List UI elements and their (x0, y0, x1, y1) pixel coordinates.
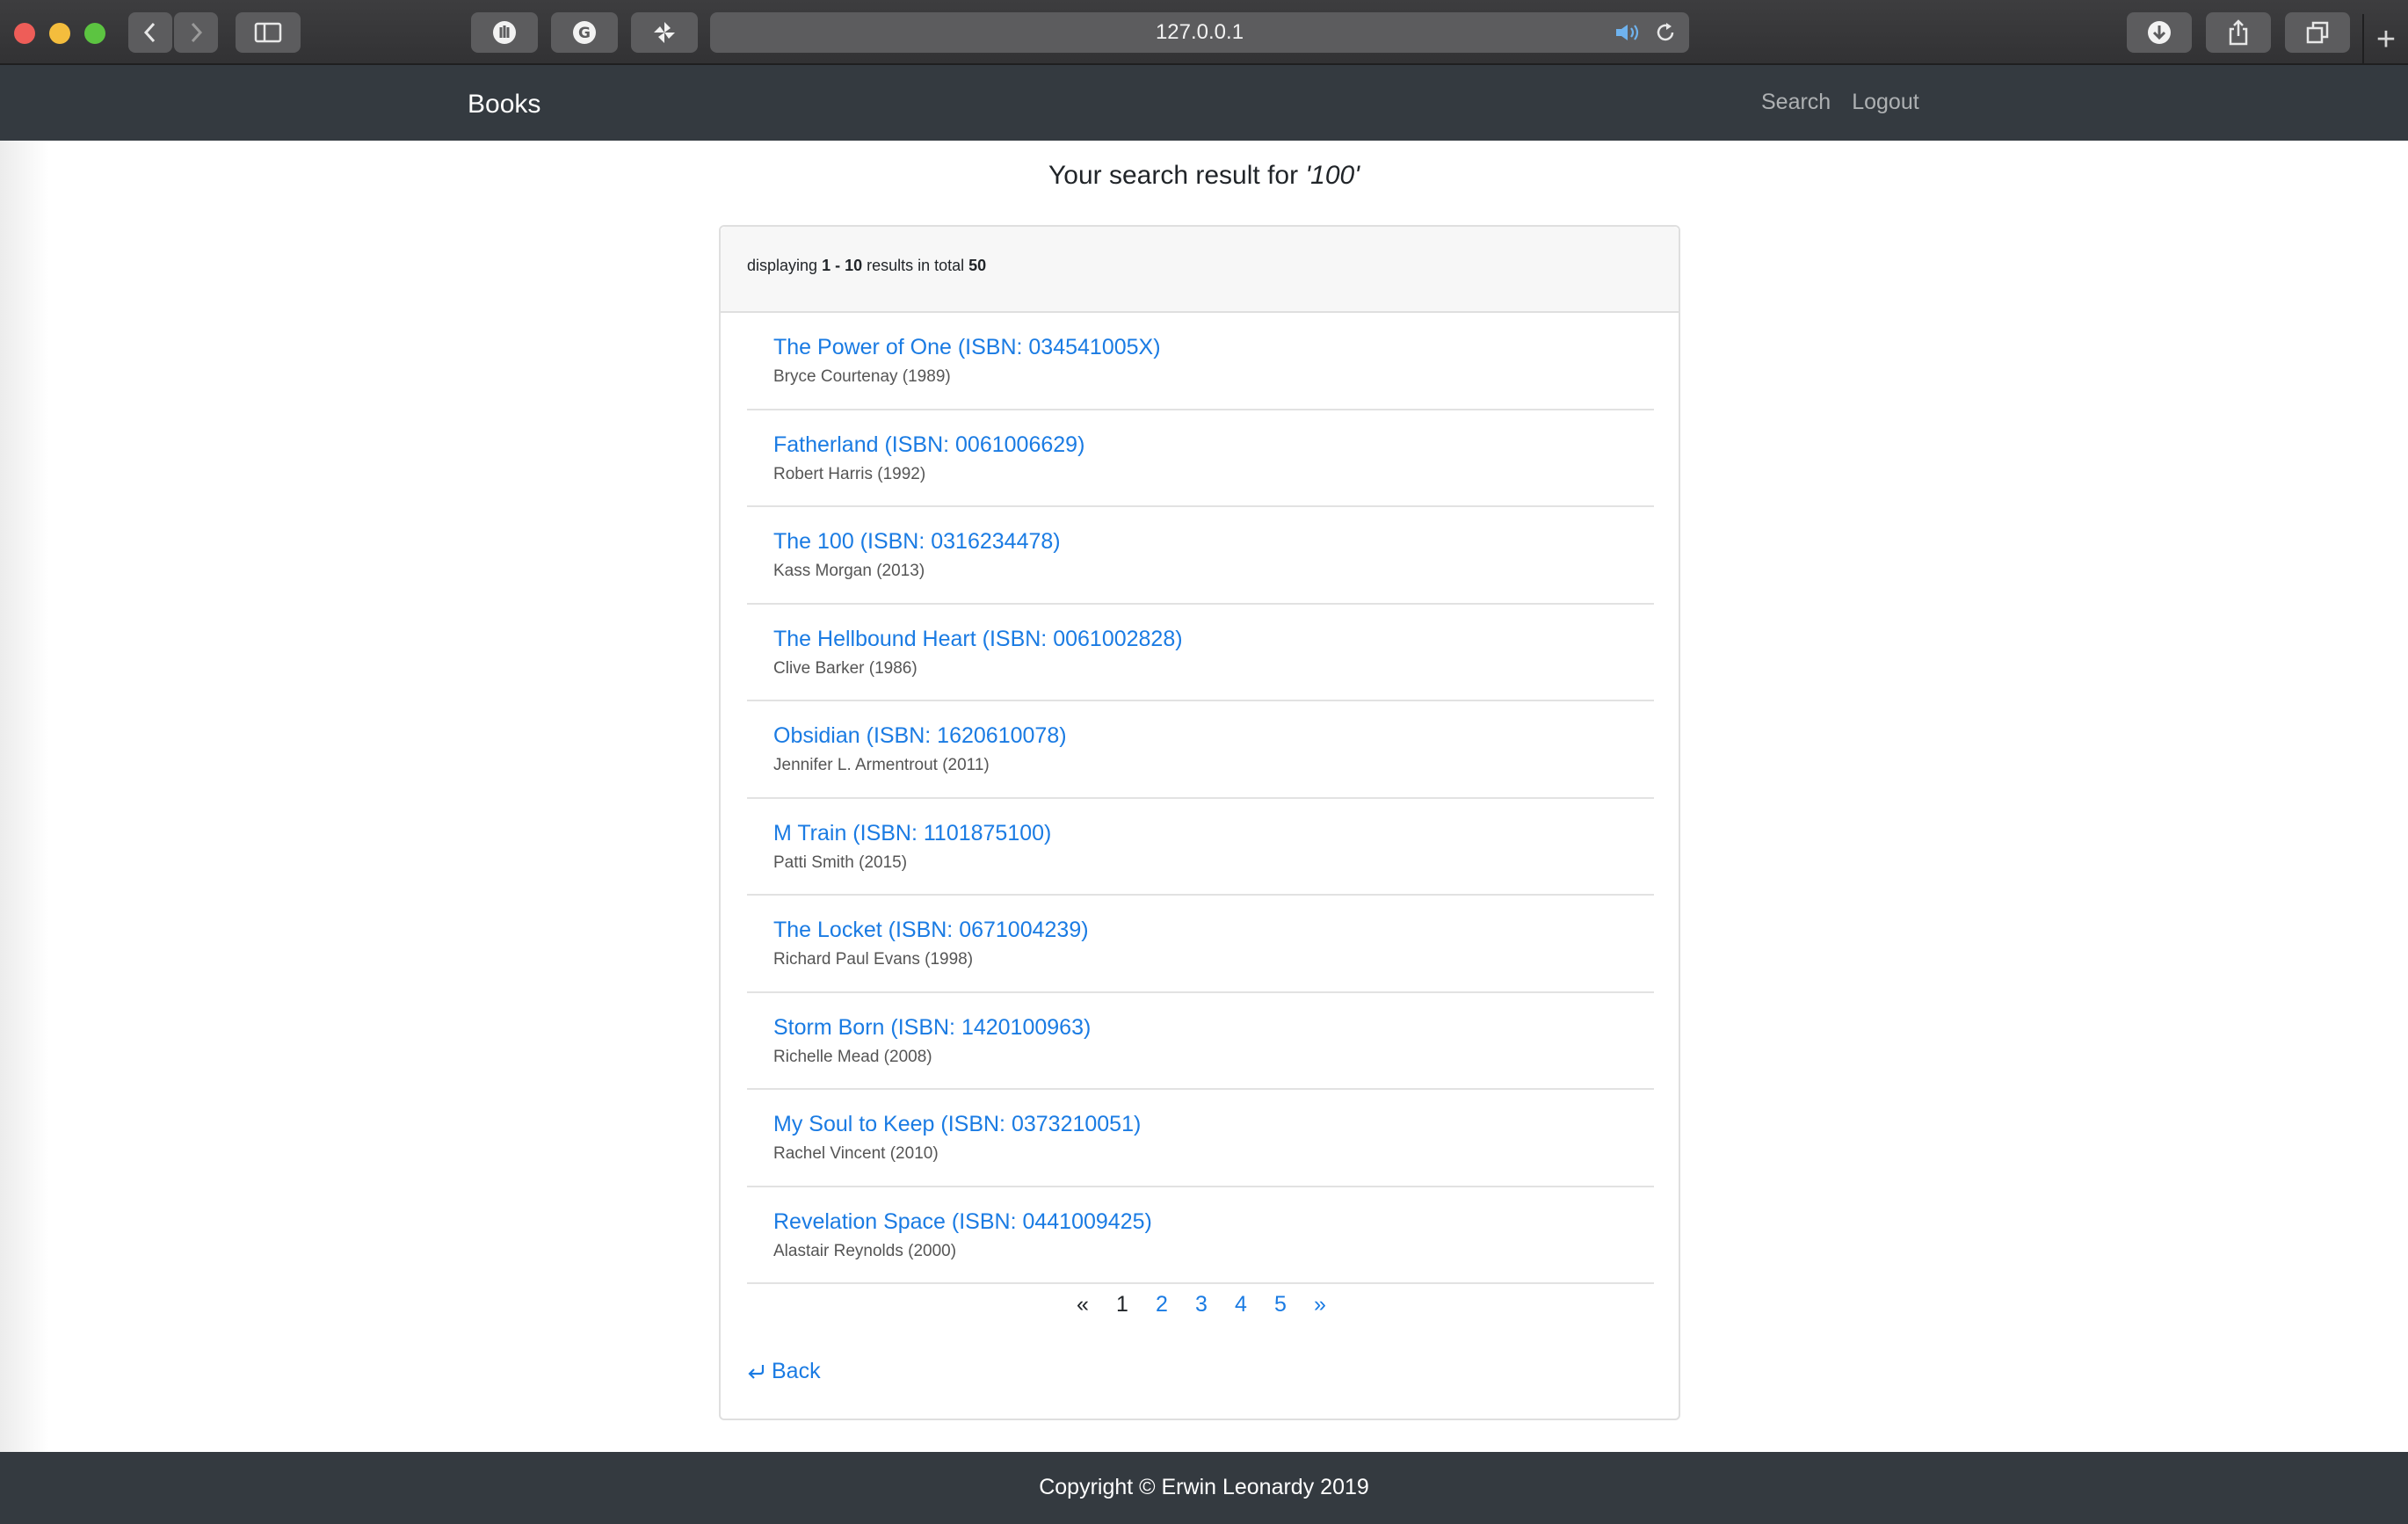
book-author-year: Alastair Reynolds (2000) (773, 1241, 957, 1260)
share-button[interactable] (2206, 12, 2271, 53)
shield-extension-icon (493, 21, 516, 44)
footer: Copyright © Erwin Leonardy 2019 (0, 1452, 2408, 1524)
download-icon (2148, 21, 2171, 44)
extension-button-3[interactable] (631, 12, 698, 53)
reload-icon[interactable] (1654, 21, 1677, 44)
search-query: '100' (1305, 161, 1360, 190)
book-title-link[interactable]: Fatherland (ISBN: 0061006629) (773, 430, 1654, 460)
book-author-year: Bryce Courtenay (1989) (773, 367, 951, 386)
list-item: M Train (ISBN: 1101875100) Patti Smith (… (747, 799, 1654, 896)
book-title-link[interactable]: Revelation Space (ISBN: 0441009425) (773, 1207, 1654, 1237)
list-item: The Hellbound Heart (ISBN: 0061002828) C… (747, 605, 1654, 701)
sidebar-icon (254, 22, 282, 43)
list-item: Fatherland (ISBN: 0061006629) Robert Har… (747, 410, 1654, 507)
pagination-page-3[interactable]: 3 (1182, 1292, 1222, 1317)
results-list: The Power of One (ISBN: 034541005X) Bryc… (747, 313, 1654, 1284)
sidebar-toggle-button[interactable] (236, 12, 301, 53)
back-nav-button[interactable] (128, 12, 172, 53)
copyright-text: Copyright © Erwin Leonardy 2019 (1039, 1475, 1369, 1499)
pagination: « 1 2 3 4 5 » (721, 1292, 1682, 1317)
brand-link[interactable]: Books (468, 90, 540, 120)
book-title-link[interactable]: The 100 (ISBN: 0316234478) (773, 526, 1654, 556)
plus-icon: + (2375, 20, 2397, 58)
chevron-right-icon (191, 22, 203, 43)
page-edge-shadow (0, 141, 49, 1452)
pagination-page-1: 1 (1116, 1292, 1128, 1317)
list-item: Obsidian (ISBN: 1620610078) Jennifer L. … (747, 701, 1654, 799)
list-item: Storm Born (ISBN: 1420100963) Richelle M… (747, 993, 1654, 1090)
book-title-link[interactable]: Obsidian (ISBN: 1620610078) (773, 721, 1654, 751)
list-item: The Power of One (ISBN: 034541005X) Bryc… (747, 313, 1654, 410)
pagination-prev: « (1077, 1292, 1089, 1317)
book-title-link[interactable]: My Soul to Keep (ISBN: 0373210051) (773, 1109, 1654, 1139)
pagination-next[interactable]: » (1301, 1292, 1340, 1317)
tabs-icon (2306, 21, 2329, 44)
book-title-link[interactable]: The Power of One (ISBN: 034541005X) (773, 332, 1654, 362)
page-title: Your search result for '100' (0, 161, 2408, 191)
book-title-link[interactable]: The Locket (ISBN: 0671004239) (773, 915, 1654, 945)
close-window-button[interactable] (14, 23, 35, 44)
address-bar[interactable]: 127.0.0.1 (710, 12, 1689, 53)
back-label: Back (772, 1359, 821, 1383)
book-author-year: Kass Morgan (2013) (773, 562, 925, 580)
pagination-page-2[interactable]: 2 (1142, 1292, 1182, 1317)
list-item: My Soul to Keep (ISBN: 0373210051) Rache… (747, 1090, 1654, 1187)
tab-overview-button[interactable] (2285, 12, 2350, 53)
share-icon (2229, 19, 2248, 46)
browser-toolbar: G 127.0.0.1 + (0, 0, 2408, 65)
new-tab-button[interactable]: + (2362, 14, 2408, 65)
summary-range: 1 - 10 (822, 257, 863, 274)
book-author-year: Jennifer L. Armentrout (2011) (773, 756, 990, 774)
back-link[interactable]: Back (747, 1359, 821, 1384)
book-title-link[interactable]: The Hellbound Heart (ISBN: 0061002828) (773, 624, 1654, 654)
return-arrow-icon (748, 1364, 765, 1379)
nav-links: Search Logout (1761, 90, 1919, 115)
extension-button-2[interactable]: G (551, 12, 618, 53)
pinwheel-extension-icon (654, 22, 675, 43)
zoom-window-button[interactable] (84, 23, 105, 44)
summary-middle: results in total (862, 257, 969, 274)
pagination-page-5[interactable]: 5 (1261, 1292, 1301, 1317)
results-card: displaying 1 - 10 results in total 50 Th… (719, 225, 1680, 1420)
nav-logout-link[interactable]: Logout (1852, 90, 1918, 115)
grammarly-icon: G (573, 21, 596, 44)
downloads-button[interactable] (2127, 12, 2192, 53)
book-author-year: Robert Harris (1992) (773, 464, 926, 483)
book-author-year: Clive Barker (1986) (773, 658, 918, 678)
extension-button-1[interactable] (471, 12, 538, 53)
book-author-year: Rachel Vincent (2010) (773, 1144, 939, 1163)
book-author-year: Patti Smith (2015) (773, 853, 908, 872)
svg-text:G: G (578, 25, 591, 42)
book-author-year: Richard Paul Evans (1998) (773, 950, 974, 969)
app-navbar: Books Search Logout (0, 65, 2408, 141)
url-text: 127.0.0.1 (1155, 20, 1244, 44)
chevron-left-icon (143, 22, 156, 43)
list-item: Revelation Space (ISBN: 0441009425) Alas… (747, 1187, 1654, 1284)
book-title-link[interactable]: M Train (ISBN: 1101875100) (773, 818, 1654, 848)
results-summary: displaying 1 - 10 results in total 50 (721, 227, 1679, 313)
forward-nav-button[interactable] (174, 12, 218, 53)
speaker-audio-icon[interactable] (1614, 22, 1642, 43)
minimize-window-button[interactable] (49, 23, 70, 44)
pagination-page-4[interactable]: 4 (1222, 1292, 1261, 1317)
nav-search-link[interactable]: Search (1761, 90, 1831, 115)
summary-prefix: displaying (747, 257, 823, 274)
book-title-link[interactable]: Storm Born (ISBN: 1420100963) (773, 1012, 1654, 1042)
book-author-year: Richelle Mead (2008) (773, 1047, 932, 1066)
page-title-prefix: Your search result for (1048, 161, 1306, 190)
list-item: The 100 (ISBN: 0316234478) Kass Morgan (… (747, 507, 1654, 605)
list-item: The Locket (ISBN: 0671004239) Richard Pa… (747, 896, 1654, 993)
summary-total: 50 (968, 257, 987, 274)
